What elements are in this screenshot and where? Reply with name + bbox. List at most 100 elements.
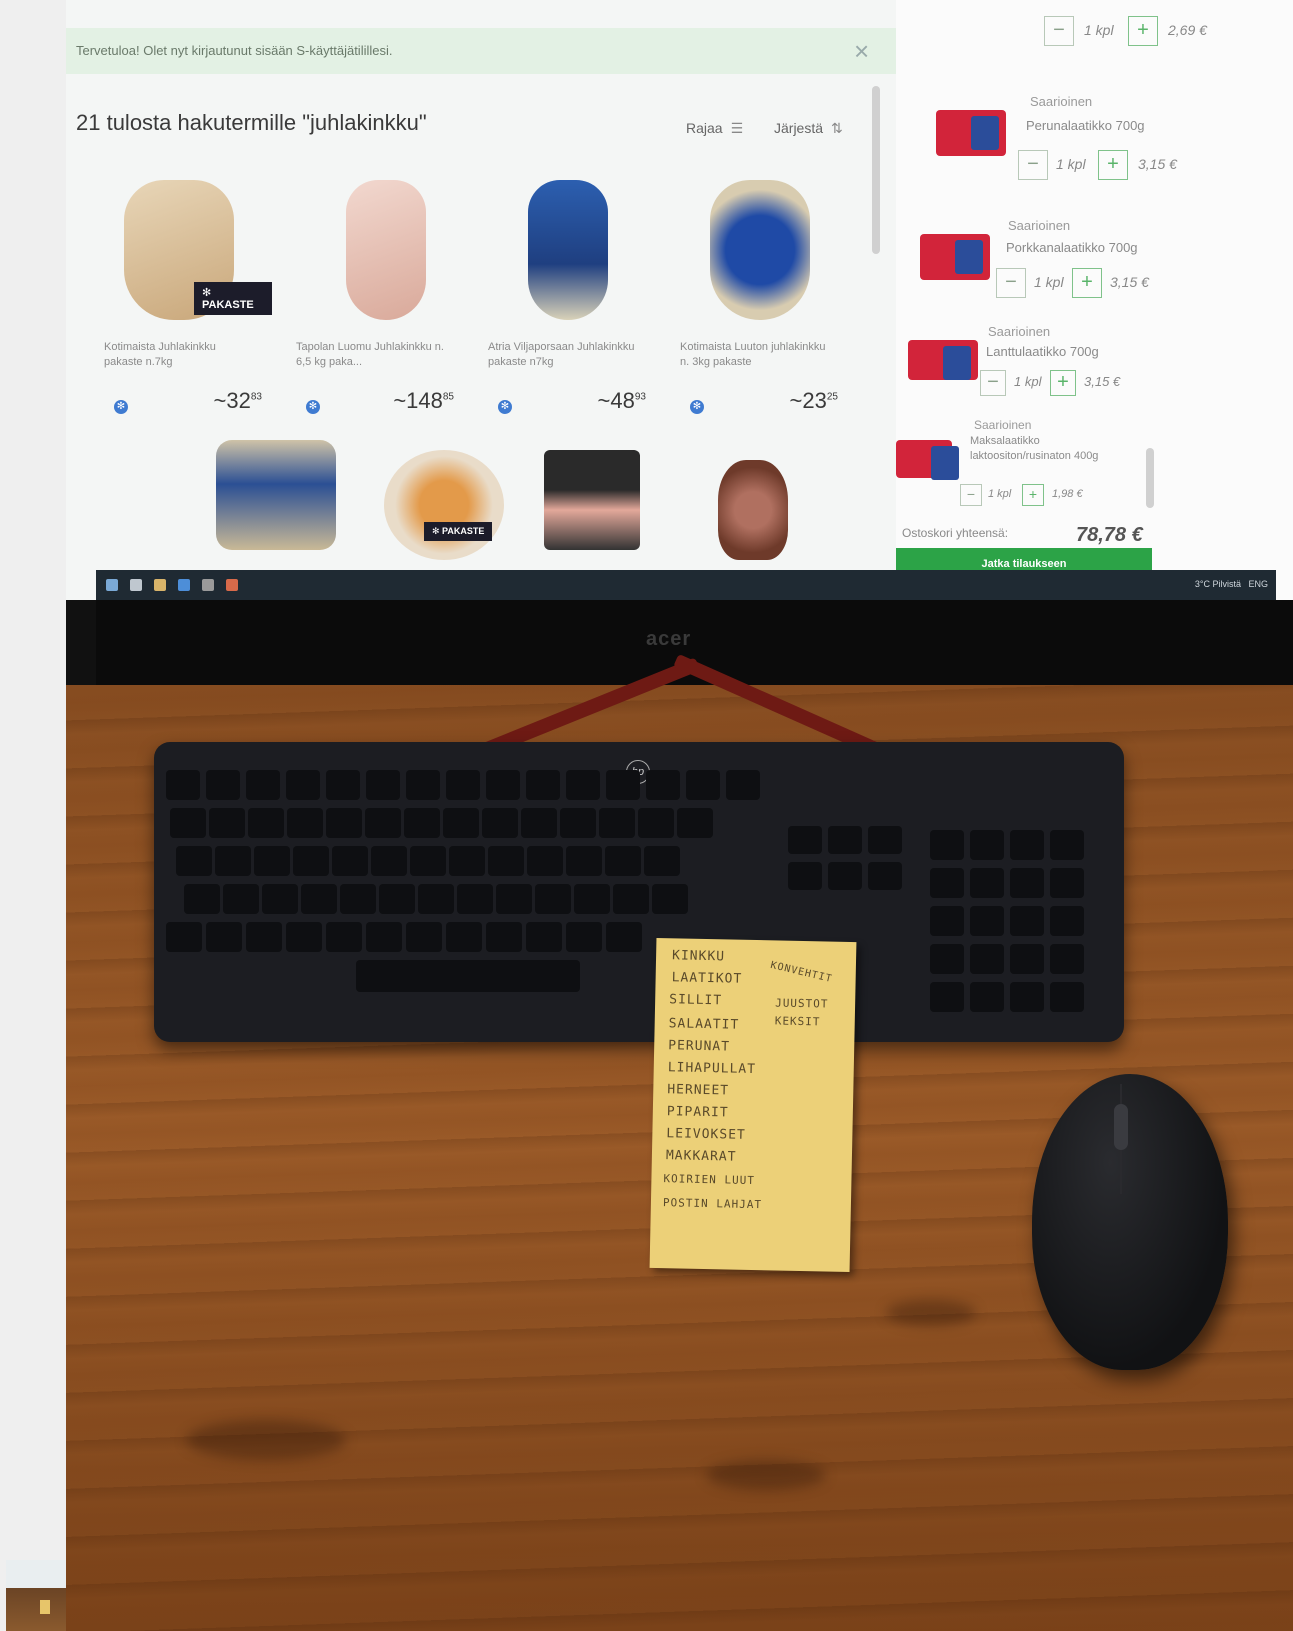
keyboard-key[interactable]	[206, 770, 240, 800]
keyboard-key[interactable]	[184, 884, 220, 914]
numpad-key[interactable]	[930, 830, 964, 860]
keyboard-key[interactable]	[644, 846, 680, 876]
keyboard-key[interactable]	[574, 884, 610, 914]
keyboard-key[interactable]	[446, 770, 480, 800]
numpad-key[interactable]	[970, 830, 1004, 860]
increase-qty-button[interactable]: +	[1050, 370, 1076, 396]
keyboard-key[interactable]	[209, 808, 245, 838]
product-card[interactable]	[216, 440, 336, 550]
keyboard-key[interactable]	[366, 770, 400, 800]
keyboard-key[interactable]	[371, 846, 407, 876]
nav-key[interactable]	[788, 826, 822, 854]
keyboard-key[interactable]	[332, 846, 368, 876]
keyboard-key[interactable]	[446, 922, 482, 952]
numpad-key[interactable]	[930, 944, 964, 974]
keyboard-key[interactable]	[486, 922, 522, 952]
keyboard-key[interactable]	[677, 808, 713, 838]
keyboard-key[interactable]	[206, 922, 242, 952]
keyboard-key[interactable]	[527, 846, 563, 876]
keyboard-key[interactable]	[262, 884, 298, 914]
nav-key[interactable]	[868, 862, 902, 890]
keyboard-key[interactable]	[326, 770, 360, 800]
decrease-qty-button[interactable]: −	[960, 484, 982, 506]
keyboard-key[interactable]	[638, 808, 674, 838]
app-icon[interactable]	[202, 579, 214, 591]
keyboard-key[interactable]	[215, 846, 251, 876]
keyboard-key[interactable]	[566, 846, 602, 876]
keyboard-key[interactable]	[170, 808, 206, 838]
keyboard-key[interactable]	[535, 884, 571, 914]
numpad-key[interactable]	[1010, 944, 1044, 974]
keyboard-key[interactable]	[246, 770, 280, 800]
numpad-key[interactable]	[930, 982, 964, 1012]
keyboard-key[interactable]	[613, 884, 649, 914]
app-icon[interactable]	[226, 579, 238, 591]
cart-scrollbar[interactable]	[1146, 448, 1154, 508]
numpad-key[interactable]	[970, 944, 1004, 974]
keyboard-key[interactable]	[176, 846, 212, 876]
keyboard-key[interactable]	[293, 846, 329, 876]
keyboard-key[interactable]	[406, 922, 442, 952]
browser-icon[interactable]	[178, 579, 190, 591]
keyboard-key[interactable]	[366, 922, 402, 952]
keyboard-key[interactable]	[404, 808, 440, 838]
product-card[interactable]	[544, 450, 640, 550]
keyboard-key[interactable]	[286, 922, 322, 952]
keyboard-key[interactable]	[482, 808, 518, 838]
results-scrollbar[interactable]	[872, 86, 880, 254]
keyboard-key[interactable]	[340, 884, 376, 914]
numpad-key[interactable]	[970, 868, 1004, 898]
nav-key[interactable]	[828, 826, 862, 854]
keyboard-key[interactable]	[287, 808, 323, 838]
keyboard-key[interactable]	[606, 922, 642, 952]
keyboard-key[interactable]	[223, 884, 259, 914]
keyboard-key[interactable]	[599, 808, 635, 838]
keyboard-key[interactable]	[254, 846, 290, 876]
keyboard-key[interactable]	[326, 808, 362, 838]
keyboard-key[interactable]	[652, 884, 688, 914]
keyboard-key[interactable]	[560, 808, 596, 838]
keyboard-key[interactable]	[443, 808, 479, 838]
numpad-key[interactable]	[1050, 944, 1084, 974]
numpad-key[interactable]	[930, 906, 964, 936]
numpad-key[interactable]	[1050, 982, 1084, 1012]
numpad-key[interactable]	[1010, 868, 1044, 898]
keyboard-key[interactable]	[521, 808, 557, 838]
keyboard-key[interactable]	[605, 846, 641, 876]
image-thumbnail[interactable]	[6, 1560, 66, 1631]
keyboard-key[interactable]	[301, 884, 337, 914]
sort-button[interactable]: Järjestä ⇅	[774, 120, 843, 137]
folder-icon[interactable]	[154, 579, 166, 591]
system-tray[interactable]: 3°C Pilvistä ENG	[1195, 579, 1268, 589]
filter-button[interactable]: Rajaa ☰	[686, 120, 743, 137]
keyboard-key[interactable]	[410, 846, 446, 876]
decrease-qty-button[interactable]: −	[1018, 150, 1048, 180]
keyboard-key[interactable]	[486, 770, 520, 800]
keyboard-key[interactable]	[457, 884, 493, 914]
numpad-key[interactable]	[1050, 868, 1084, 898]
spacebar-key[interactable]	[356, 960, 580, 992]
keyboard-key[interactable]	[406, 770, 440, 800]
keyboard-key[interactable]	[526, 922, 562, 952]
product-card[interactable]: ✻ PAKASTE	[384, 450, 504, 560]
increase-qty-button[interactable]: +	[1022, 484, 1044, 506]
product-card[interactable]: ✻ PAKASTE Kotimaista Juhlakinkku pakaste…	[84, 160, 272, 430]
keyboard-key[interactable]	[166, 770, 200, 800]
start-icon[interactable]	[106, 579, 118, 591]
increase-qty-button[interactable]: +	[1072, 268, 1102, 298]
keyboard-key[interactable]	[726, 770, 760, 800]
product-card[interactable]	[718, 460, 788, 560]
close-icon[interactable]: ×	[854, 36, 869, 67]
keyboard-key[interactable]	[686, 770, 720, 800]
keyboard-key[interactable]	[365, 808, 401, 838]
product-card[interactable]: Tapolan Luomu Juhlakinkku n. 6,5 kg paka…	[276, 160, 464, 430]
product-card[interactable]: Kotimaista Luuton juhlakinkku n. 3kg pak…	[660, 160, 848, 430]
keyboard-key[interactable]	[606, 770, 640, 800]
numpad-key[interactable]	[930, 868, 964, 898]
numpad-key[interactable]	[970, 906, 1004, 936]
keyboard-key[interactable]	[566, 922, 602, 952]
keyboard-key[interactable]	[166, 922, 202, 952]
keyboard-key[interactable]	[326, 922, 362, 952]
keyboard-key[interactable]	[248, 808, 284, 838]
decrease-qty-button[interactable]: −	[1044, 16, 1074, 46]
